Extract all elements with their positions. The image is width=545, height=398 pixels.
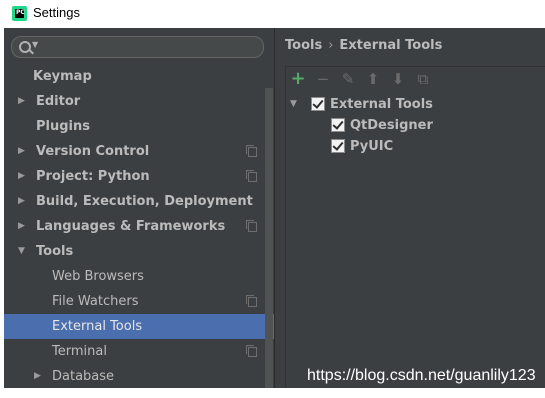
- sidebar-item-label: External Tools: [52, 319, 143, 334]
- sidebar-item-build-execution-deployment[interactable]: ▶ Build, Execution, Deployment: [4, 189, 274, 214]
- sidebar-item-web-browsers[interactable]: Web Browsers: [4, 264, 274, 289]
- pycharm-logo-icon: PC: [12, 6, 27, 21]
- project-settings-icon: [246, 145, 257, 157]
- remove-icon[interactable]: −: [315, 71, 331, 87]
- tool-group-label: External Tools: [330, 97, 433, 112]
- sidebar-item-label: Project: Python: [36, 169, 150, 184]
- tool-item-checkbox[interactable]: [331, 118, 345, 132]
- tool-item-label: QtDesigner: [350, 118, 433, 133]
- sidebar-item-label: Web Browsers: [52, 269, 144, 284]
- sidebar-item-plugins[interactable]: Plugins: [4, 114, 274, 139]
- external-tools-toolbar: + − ✎ ⬆ ⬇ ⧉: [285, 66, 545, 94]
- external-tools-tree: ▼ External Tools QtDesigner PyUIC: [285, 93, 545, 388]
- breadcrumb-current: External Tools: [339, 38, 443, 53]
- sidebar-item-label: Terminal: [52, 344, 107, 359]
- collapse-arrow-icon[interactable]: ▼: [18, 239, 28, 264]
- project-settings-icon: [246, 220, 257, 232]
- expand-arrow-icon[interactable]: ▶: [18, 214, 28, 239]
- watermark: https://blog.csdn.net/guanlily123: [307, 367, 536, 384]
- add-icon[interactable]: +: [290, 70, 306, 88]
- move-up-icon[interactable]: ⬆: [365, 71, 381, 87]
- sidebar-item-external-tools[interactable]: External Tools: [4, 314, 274, 339]
- project-settings-icon: [246, 295, 257, 307]
- expand-arrow-icon[interactable]: ▶: [34, 364, 44, 389]
- expand-arrow-icon[interactable]: ▶: [18, 139, 28, 164]
- tool-group-row[interactable]: ▼ External Tools: [290, 94, 530, 115]
- sidebar-item-label: Tools: [36, 244, 74, 259]
- sidebar-item-label: Keymap: [33, 69, 92, 84]
- sidebar-item-label: Plugins: [36, 119, 90, 134]
- breadcrumb-parent: Tools: [285, 38, 323, 53]
- sidebar-item-label: File Watchers: [52, 294, 139, 309]
- sidebar-item-label: Languages & Frameworks: [36, 219, 226, 234]
- collapse-arrow-icon[interactable]: ▼: [290, 94, 297, 115]
- sidebar-item-label: Database: [52, 369, 115, 384]
- sidebar-item-version-control[interactable]: ▶ Version Control: [4, 139, 274, 164]
- sidebar-item-tools[interactable]: ▼ Tools: [4, 239, 274, 264]
- move-down-icon[interactable]: ⬇: [390, 71, 406, 87]
- tool-group-checkbox[interactable]: [311, 97, 325, 111]
- sidebar-item-keymap[interactable]: Keymap: [4, 64, 274, 89]
- expand-arrow-icon[interactable]: ▶: [18, 89, 28, 114]
- sidebar-item-label: Editor: [36, 94, 81, 109]
- sidebar-item-file-watchers[interactable]: File Watchers: [4, 289, 274, 314]
- title-bar: PC Settings: [0, 0, 545, 28]
- sidebar-item-project-python[interactable]: ▶ Project: Python: [4, 164, 274, 189]
- tool-item-label: PyUIC: [350, 139, 394, 154]
- sidebar-item-database[interactable]: ▶ Database: [4, 364, 274, 389]
- project-settings-icon: [246, 170, 257, 182]
- tool-item-row[interactable]: PyUIC: [290, 136, 530, 157]
- search-icon: [19, 41, 31, 53]
- project-settings-icon: [246, 345, 257, 357]
- tool-item-row[interactable]: QtDesigner: [290, 115, 530, 136]
- tool-item-checkbox[interactable]: [331, 139, 345, 153]
- search-input[interactable]: ▼: [11, 36, 264, 58]
- settings-content: Tools › External Tools + − ✎ ⬆ ⬇ ⧉ ▼ Exter…: [275, 28, 545, 388]
- settings-sidebar: ▼ Keymap ▶ Editor Plugins ▶ Version Cont…: [4, 28, 274, 388]
- sidebar-item-terminal[interactable]: Terminal: [4, 339, 274, 364]
- sidebar-item-editor[interactable]: ▶ Editor: [4, 89, 274, 114]
- expand-arrow-icon[interactable]: ▶: [18, 189, 28, 214]
- settings-window: ▼ Keymap ▶ Editor Plugins ▶ Version Cont…: [4, 28, 545, 388]
- sidebar-item-label: Build, Execution, Deployment: [36, 194, 253, 209]
- sidebar-item-label: Version Control: [36, 144, 150, 159]
- copy-icon[interactable]: ⧉: [415, 71, 431, 87]
- breadcrumb: Tools › External Tools: [285, 38, 442, 53]
- sidebar-scrollbar[interactable]: [265, 88, 273, 388]
- expand-arrow-icon[interactable]: ▶: [18, 164, 28, 189]
- chevron-down-icon[interactable]: ▼: [32, 40, 38, 49]
- edit-icon[interactable]: ✎: [340, 71, 356, 87]
- window-title: Settings: [33, 5, 80, 20]
- sidebar-item-languages-frameworks[interactable]: ▶ Languages & Frameworks: [4, 214, 274, 239]
- breadcrumb-separator-icon: ›: [328, 38, 334, 53]
